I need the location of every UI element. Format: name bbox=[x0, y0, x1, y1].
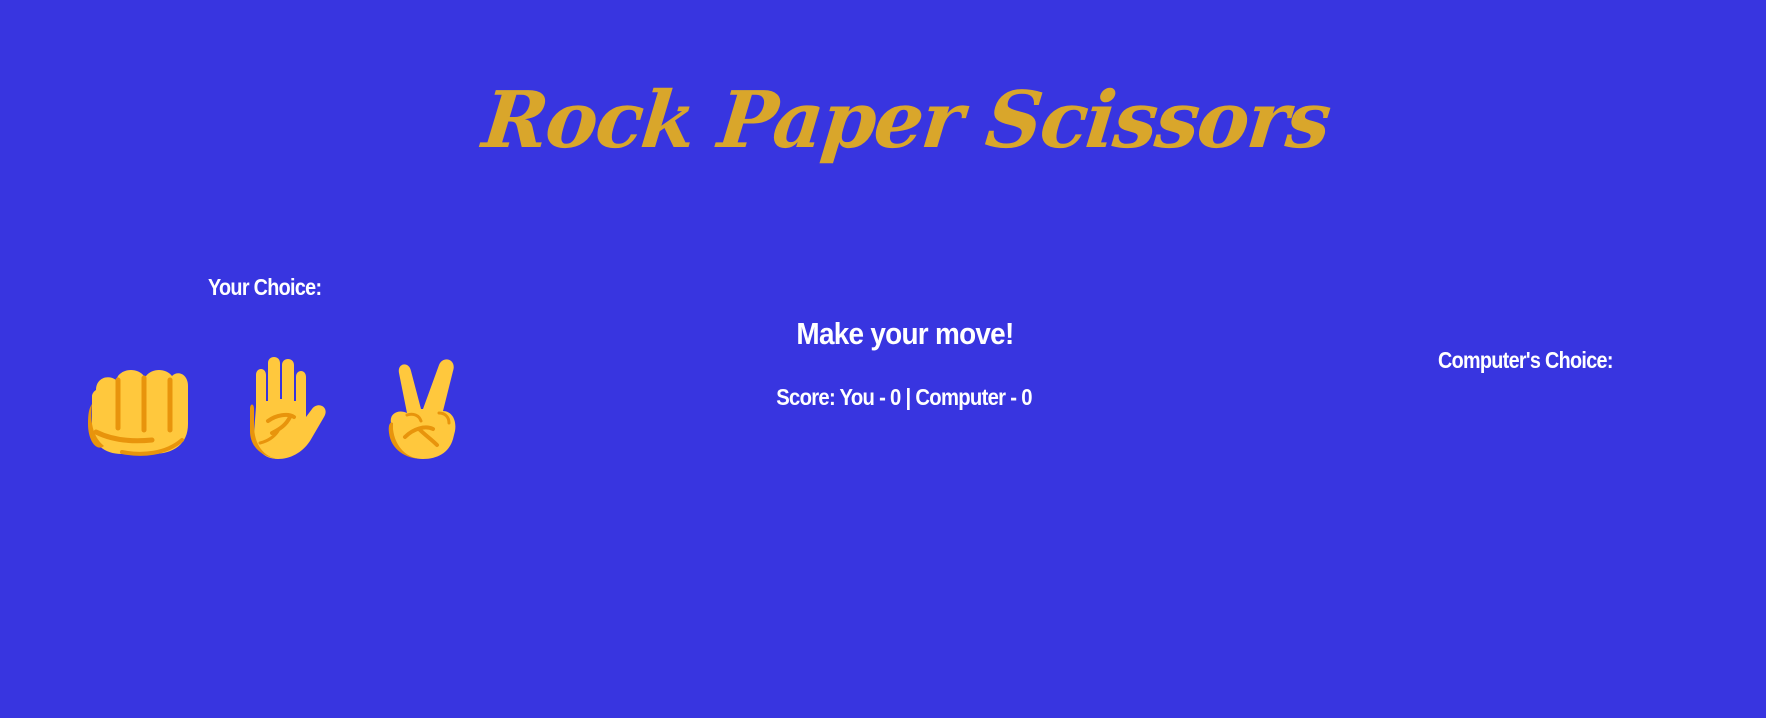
computer-choice-label: Computer's Choice: bbox=[1438, 347, 1613, 373]
page-title: Rock Paper Scissors bbox=[478, 75, 1334, 166]
your-choice-label: Your Choice: bbox=[208, 274, 322, 300]
score-display: Score: You - 0 | Computer - 0 bbox=[776, 384, 1032, 410]
